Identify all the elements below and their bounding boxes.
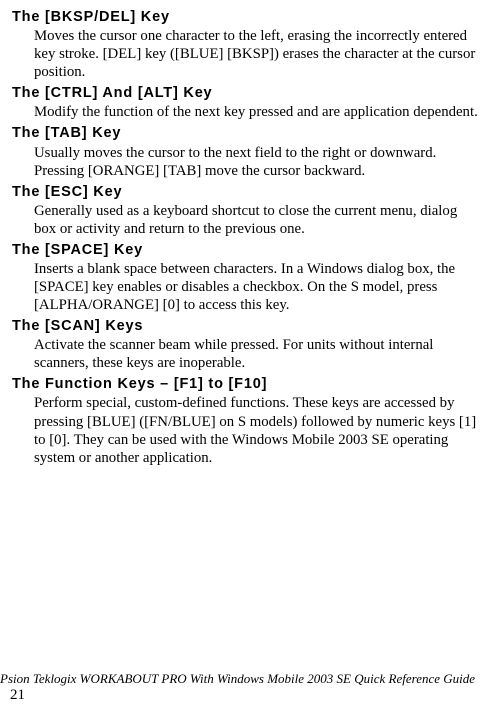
term-description: Modify the function of the next key pres… — [34, 103, 482, 121]
term-heading: The Function Keys – [F1] to [F10] — [12, 375, 482, 393]
term-description: Perform special, custom-defined function… — [34, 394, 482, 466]
entry-function-keys: The Function Keys – [F1] to [F10] Perfor… — [12, 375, 482, 466]
term-heading: The [ESC] Key — [12, 183, 482, 201]
term-heading: The [SPACE] Key — [12, 241, 482, 259]
term-heading: The [BKSP/DEL] Key — [12, 8, 482, 26]
term-description: Inserts a blank space between characters… — [34, 260, 482, 314]
entry-tab: The [TAB] Key Usually moves the cursor t… — [12, 124, 482, 179]
entry-esc: The [ESC] Key Generally used as a keyboa… — [12, 183, 482, 238]
term-description: Usually moves the cursor to the next fie… — [34, 144, 482, 180]
entry-space: The [SPACE] Key Inserts a blank space be… — [12, 241, 482, 314]
term-description: Generally used as a keyboard shortcut to… — [34, 202, 482, 238]
term-description: Moves the cursor one character to the le… — [34, 27, 482, 81]
term-description: Activate the scanner beam while pressed.… — [34, 336, 482, 372]
term-heading: The [TAB] Key — [12, 124, 482, 142]
term-heading: The [CTRL] And [ALT] Key — [12, 84, 482, 102]
page-footer: Psion Teklogix WORKABOUT PRO With Window… — [0, 671, 482, 704]
footer-title: Psion Teklogix WORKABOUT PRO With Window… — [0, 671, 475, 686]
entry-ctrl-alt: The [CTRL] And [ALT] Key Modify the func… — [12, 84, 482, 121]
entry-scan: The [SCAN] Keys Activate the scanner bea… — [12, 317, 482, 372]
page-number: 21 — [10, 687, 25, 703]
term-heading: The [SCAN] Keys — [12, 317, 482, 335]
entry-bksp-del: The [BKSP/DEL] Key Moves the cursor one … — [12, 8, 482, 81]
